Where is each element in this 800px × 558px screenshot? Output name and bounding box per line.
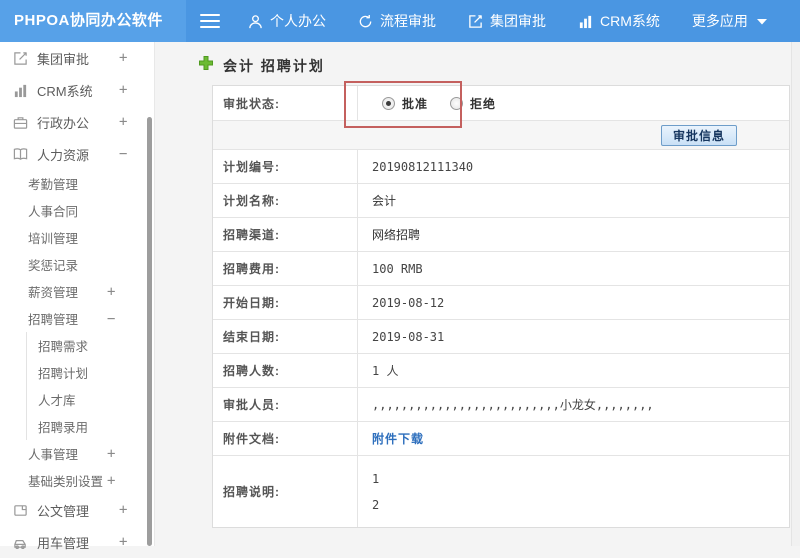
nav-group-approval[interactable]: 集团审批	[468, 11, 546, 31]
end-date-value: 2019-08-31	[372, 329, 445, 344]
row-headcount: 招聘人数: 1 人	[213, 354, 789, 388]
sidebar-item-recruit-plan[interactable]: 招聘计划	[27, 359, 154, 386]
approval-info-button[interactable]: 审批信息	[660, 125, 737, 146]
nav-personal-office[interactable]: 个人办公	[248, 11, 326, 31]
recruit-cost-value: 100 RMB	[372, 261, 423, 276]
radio-button-icon[interactable]	[450, 96, 464, 110]
sidebar: 集团审批 + CRM系统 + 行政办公 + 人力资源 − 考勤管理 人事合同 培…	[0, 42, 155, 551]
book-icon	[13, 147, 30, 162]
row-recruit-channel: 招聘渠道: 网络招聘	[213, 218, 789, 252]
row-attachment: 附件文档: 附件下载	[213, 422, 789, 456]
collapse-icon[interactable]: −	[107, 311, 115, 327]
radio-button-icon[interactable]	[382, 96, 395, 110]
sidebar-item-rewards[interactable]: 奖惩记录	[0, 251, 154, 278]
main-scrollbar[interactable]	[791, 42, 800, 546]
row-approvers: 审批人员: ,,,,,,,,,,,,,,,,,,,,,,,,,,小龙女,,,,,…	[213, 388, 789, 422]
sidebar-item-group-approval[interactable]: 集团审批 +	[0, 42, 154, 74]
row-plan-name: 计划名称: 会计	[213, 184, 789, 218]
nav-process-approval[interactable]: 流程审批	[358, 11, 436, 31]
nav-more-apps[interactable]: 更多应用	[692, 11, 767, 31]
start-date-value: 2019-08-12	[372, 295, 445, 310]
description-line: 1	[372, 471, 380, 486]
sidebar-item-human-resources[interactable]: 人力资源 −	[0, 138, 154, 170]
sidebar-item-salary[interactable]: 薪资管理 +	[0, 278, 154, 305]
row-plan-number: 计划编号: 20190812111340	[213, 150, 789, 184]
collapse-icon[interactable]: −	[119, 146, 127, 162]
expand-icon[interactable]: +	[119, 50, 127, 66]
expand-icon[interactable]: +	[119, 114, 127, 130]
process-refresh-icon	[358, 14, 373, 29]
headcount-value: 1 人	[372, 364, 399, 378]
sidebar-item-personnel[interactable]: 人事管理 +	[0, 440, 154, 467]
expand-icon[interactable]: +	[107, 446, 115, 462]
main-content: 会计 招聘计划 审批状态: 批准 拒绝 审批信息 计划编号: 201908121…	[156, 42, 800, 546]
radio-approve[interactable]: 批准	[382, 95, 428, 112]
sidebar-item-training[interactable]: 培训管理	[0, 224, 154, 251]
sidebar-item-recruit-demand[interactable]: 招聘需求	[27, 332, 154, 359]
sidebar-item-recruitment[interactable]: 招聘管理 −	[0, 305, 154, 332]
radio-reject[interactable]: 拒绝	[450, 95, 496, 112]
briefcase-icon	[13, 115, 30, 130]
row-end-date: 结束日期: 2019-08-31	[213, 320, 789, 354]
description-line: 2	[372, 497, 380, 512]
sidebar-item-crm-system[interactable]: CRM系统 +	[0, 74, 154, 106]
action-row: 审批信息	[213, 121, 789, 150]
topbar: PHPOA协同办公软件 个人办公 流程审批 集团审批 CRM系统 更多应用	[0, 0, 800, 42]
expand-icon[interactable]: +	[119, 534, 127, 550]
caret-down-icon	[756, 18, 767, 25]
edit-square-icon	[13, 51, 30, 66]
edit-square-icon	[468, 14, 483, 29]
row-recruit-cost: 招聘费用: 100 RMB	[213, 252, 789, 286]
expand-icon[interactable]: +	[107, 284, 115, 300]
hamburger-menu-icon[interactable]	[200, 14, 220, 28]
sidebar-item-admin-office[interactable]: 行政办公 +	[0, 106, 154, 138]
user-icon	[248, 14, 263, 29]
expand-icon[interactable]: +	[119, 502, 127, 518]
row-start-date: 开始日期: 2019-08-12	[213, 286, 789, 320]
approvers-value: ,,,,,,,,,,,,,,,,,,,,,,,,,,小龙女,,,,,,,,	[372, 398, 654, 412]
sidebar-item-vehicle-mgmt[interactable]: 用车管理 +	[0, 526, 154, 558]
approval-radio-group: 批准 拒绝	[372, 95, 496, 112]
recruit-channel-value: 网络招聘	[372, 228, 421, 242]
plan-name-value: 会计	[372, 194, 397, 208]
sidebar-scrollbar-thumb[interactable]	[147, 117, 152, 546]
page-title: 会计 招聘计划	[223, 57, 325, 74]
sidebar-item-recruit-hiring[interactable]: 招聘录用	[27, 413, 154, 440]
sidebar-item-base-category[interactable]: 基础类别设置 +	[0, 467, 154, 494]
document-icon	[13, 503, 30, 518]
expand-icon[interactable]: +	[119, 82, 127, 98]
sidebar-item-talent-pool[interactable]: 人才库	[27, 386, 154, 413]
app-logo: PHPOA协同办公软件	[0, 0, 186, 42]
breadcrumb: 会计 招聘计划	[198, 55, 325, 76]
attachment-download-link[interactable]: 附件下载	[372, 430, 424, 447]
top-nav: 个人办公 流程审批 集团审批 CRM系统 更多应用	[248, 11, 799, 31]
car-icon	[13, 535, 30, 550]
field-label: 审批状态:	[213, 86, 358, 120]
sidebar-item-hr-contract[interactable]: 人事合同	[0, 197, 154, 224]
add-plus-icon[interactable]	[198, 55, 214, 76]
row-description: 招聘说明: 1 2	[213, 456, 789, 527]
sidebar-scrollbar[interactable]	[147, 42, 153, 546]
expand-icon[interactable]: +	[107, 473, 115, 489]
bar-chart-icon	[578, 14, 593, 29]
row-approval-status: 审批状态: 批准 拒绝	[213, 81, 789, 128]
sidebar-item-document-mgmt[interactable]: 公文管理 +	[0, 494, 154, 526]
recruitment-subgroup: 招聘需求 招聘计划 人才库 招聘录用	[26, 332, 154, 440]
plan-number-value: 20190812111340	[372, 159, 474, 174]
nav-crm-system[interactable]: CRM系统	[578, 11, 660, 31]
detail-panel: 审批状态: 批准 拒绝 审批信息 计划编号: 20190812111340 计划…	[212, 81, 790, 528]
bar-chart-icon	[13, 83, 30, 98]
sidebar-item-attendance[interactable]: 考勤管理	[0, 170, 154, 197]
